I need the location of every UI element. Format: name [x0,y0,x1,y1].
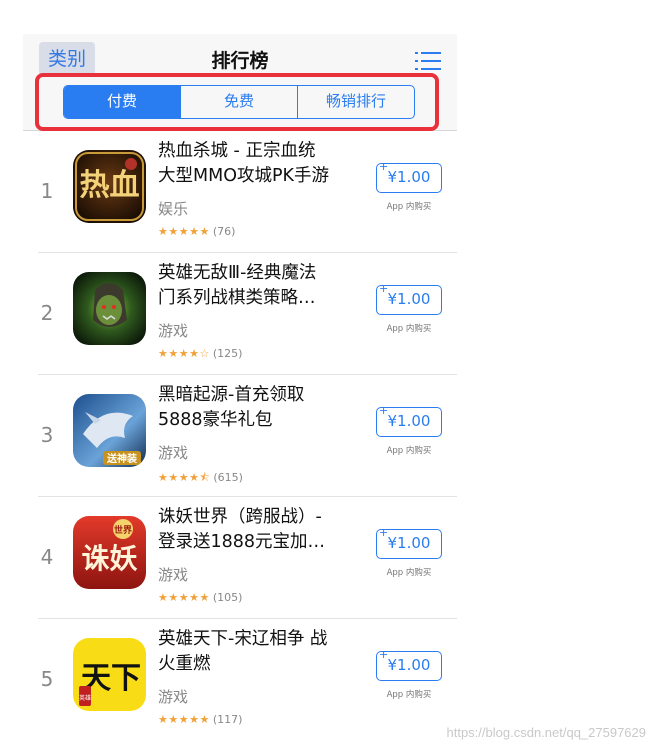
app-title[interactable]: 英雄天下-宋辽相争 战 火重燃 [158,627,356,677]
tab-free[interactable]: 免费 [180,86,297,118]
rank-number: 1 [40,179,54,203]
rating-count: (125) [212,347,243,360]
tab-top-grossing[interactable]: 畅销排行 [297,86,414,118]
rating-stars: ★★★★★ (117) [158,713,243,726]
plus-icon: + [379,648,389,661]
in-app-purchase-note: App 内购买 [386,202,432,212]
rating-stars: ★★★★☆ (125) [158,347,243,360]
rating-stars: ★★★★★ (76) [158,225,236,238]
rating-stars: ★★★★★ (105) [158,591,243,604]
svg-text:世界: 世界 [114,524,132,536]
list-item-app-4[interactable]: 4 世界 诛妖 诛妖世界（跨服战）- 登录送1888元宝加… 游戏 ★★★★★(… [23,497,457,619]
list-menu-icon[interactable] [415,50,441,72]
game-icon-rexue[interactable]: 热血 [73,150,146,223]
in-app-purchase-note: App 内购买 [386,690,432,700]
app-category: 游戏 [158,688,189,706]
list-item-app-3[interactable]: 3 送神装 黑暗起源-首充领取 5888豪华礼包 游戏 ★★★★⯪ (615) +… [23,375,457,497]
in-app-purchase-note: App 内购买 [386,568,432,578]
app-category: 游戏 [158,566,189,584]
plus-icon: + [379,282,389,295]
list-item-app-1[interactable]: 1 热血 热血杀城 - 正宗血统 大型MMO攻城PK手游 娱乐 ★★★★★ (76… [23,131,457,253]
app-title[interactable]: 英雄无敌Ⅲ-经典魔法 门系列战棋类策略… [158,261,356,311]
price-button[interactable]: + ¥1.00 [376,282,442,315]
rank-number: 3 [40,423,54,447]
price-button[interactable]: + ¥1.00 [376,160,442,193]
app-title[interactable]: 热血杀城 - 正宗血统 大型MMO攻城PK手游 [158,139,356,189]
app-category: 游戏 [158,322,189,340]
rank-number: 5 [40,667,54,691]
price-button[interactable]: + ¥1.00 [376,404,442,437]
app-title[interactable]: 黑暗起源-首充领取 5888豪华礼包 [158,383,356,433]
rank-number: 4 [40,545,54,569]
watermark-text: https://blog.csdn.net/qq_27597629 [446,725,647,740]
page-title: 排行榜 [211,50,269,72]
price-button[interactable]: + ¥1.00 [376,526,442,559]
game-icon-dragon[interactable]: 送神装 [73,394,146,467]
game-icon-orc[interactable] [73,272,146,345]
svg-text:诛妖: 诛妖 [81,542,137,575]
plus-icon: + [379,160,389,173]
app-title[interactable]: 诛妖世界（跨服战）- 登录送1888元宝加… [158,505,356,555]
list-item-app-5[interactable]: 5 天下 英雄 英雄天下-宋辽相争 战 火重燃 游戏 ★★★★★ (117) + ¥… [23,619,457,741]
svg-text:送神装: 送神装 [106,452,137,465]
list-item-app-2[interactable]: 2 英雄无敌Ⅲ-经典魔法 门系列战棋类策略… 游戏 ★★★★☆ (125) + ¥1… [23,253,457,375]
rating-count: (76) [212,225,236,238]
plus-icon: + [379,404,389,417]
rating-stars: ★★★★⯪ (615) [158,471,243,484]
rating-count: (117) [212,713,243,726]
app-category: 游戏 [158,444,189,462]
game-icon-tianxia[interactable]: 天下 英雄 [73,638,146,711]
tab-paid[interactable]: 付费 [64,86,180,118]
svg-text:热血: 热血 [80,168,140,203]
chart-type-segmented-control: 付费 免费 畅销排行 [63,85,415,119]
price-button[interactable]: + ¥1.00 [376,648,442,681]
in-app-purchase-note: App 内购买 [386,324,432,334]
in-app-purchase-note: App 内购买 [386,446,432,456]
app-category: 娱乐 [158,200,189,218]
rank-number: 2 [40,301,54,325]
svg-text:英雄: 英雄 [79,694,91,702]
game-icon-zhuyao[interactable]: 世界 诛妖 [73,516,146,589]
plus-icon: + [379,526,389,539]
rating-count: (615) [213,471,243,484]
rating-count: (105) [212,591,243,604]
